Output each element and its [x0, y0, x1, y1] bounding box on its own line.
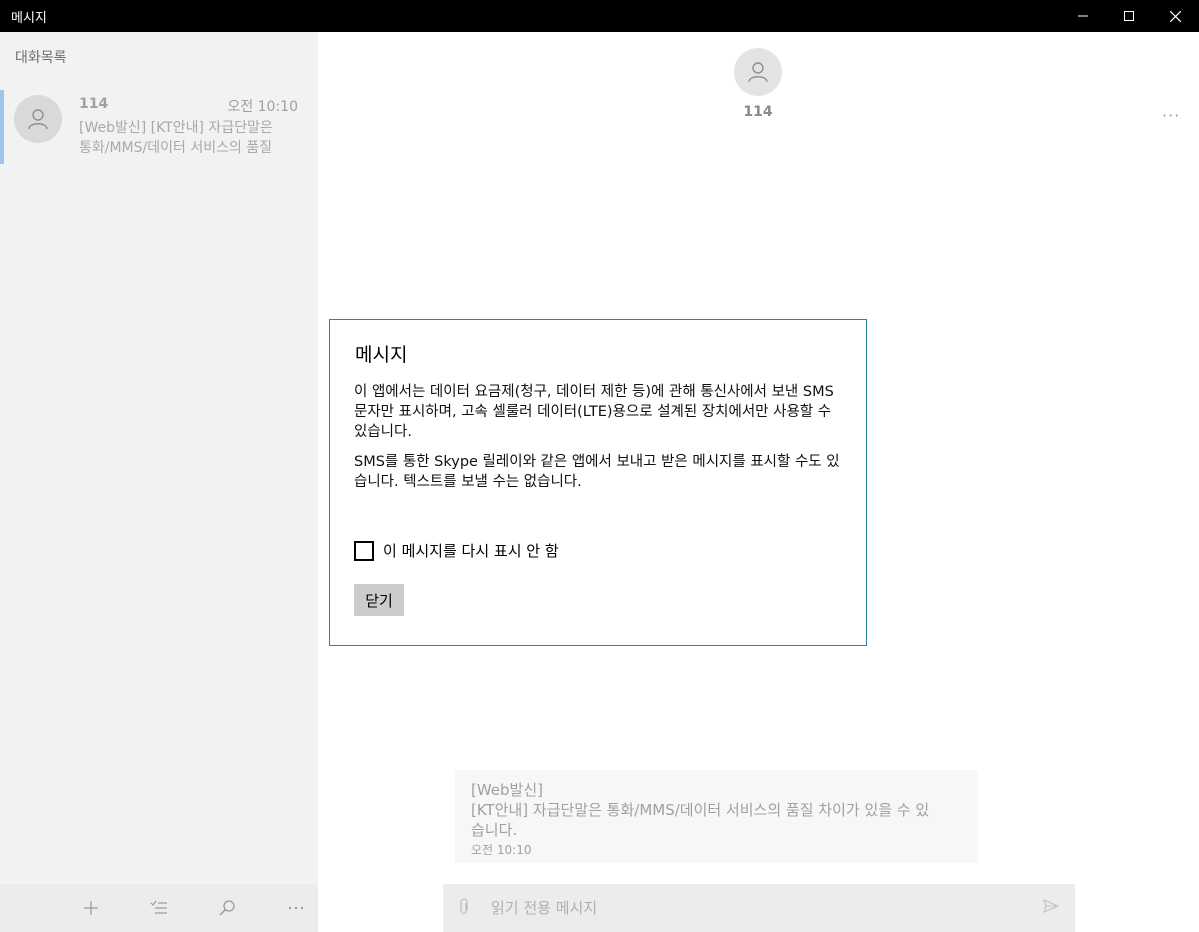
select-button[interactable] — [147, 896, 171, 920]
more-icon — [288, 906, 304, 910]
window-title: 메시지 — [11, 11, 47, 26]
message-composer — [443, 884, 1075, 932]
search-icon — [219, 900, 235, 916]
contact-name: 114 — [743, 104, 773, 120]
message-text: [Web발신] — [471, 781, 544, 799]
dont-show-again-label[interactable]: 이 메시지를 다시 표시 안 함 — [383, 540, 559, 561]
maximize-icon — [1124, 11, 1134, 21]
dialog-body: 이 앱에서는 데이터 요금제(청구, 데이터 제한 등)에 관해 통신사에서 보… — [354, 382, 844, 502]
dialog-paragraph: SMS를 통한 Skype 릴레이와 같은 앱에서 보내고 받은 메시지를 표시… — [354, 454, 840, 490]
conversation-list-heading: 대화목록 — [15, 50, 67, 66]
message-bubble: [Web발신] [KT안내] 자급단말은 통화/MMS/데이터 서비스의 품질 … — [455, 770, 978, 863]
contact-avatar — [734, 48, 782, 96]
close-window-button[interactable] — [1152, 0, 1198, 32]
close-icon — [1169, 10, 1181, 22]
attach-button[interactable] — [459, 898, 469, 920]
message-time: 오전 10:10 — [471, 843, 532, 857]
conversation-more-button[interactable]: ··· — [1162, 106, 1180, 125]
send-button[interactable] — [1043, 898, 1060, 918]
selection-indicator — [0, 90, 4, 164]
title-bar: 메시지 — [0, 0, 1199, 32]
sidebar-toolbar — [0, 884, 318, 932]
minimize-button[interactable] — [1060, 0, 1106, 32]
conversation-time: 오전 10:10 — [227, 99, 298, 115]
minimize-icon — [1078, 15, 1088, 17]
message-input[interactable] — [491, 896, 1011, 920]
avatar — [14, 95, 62, 143]
plus-icon — [84, 901, 98, 915]
person-icon — [748, 62, 768, 83]
preview-line: 통화/MMS/데이터 서비스의 품질 — [79, 140, 273, 156]
conversation-preview: [Web발신] [KT안내] 자급단말은 통화/MMS/데이터 서비스의 품질 — [79, 118, 309, 158]
new-message-button[interactable] — [79, 896, 103, 920]
info-dialog: 메시지 이 앱에서는 데이터 요금제(청구, 데이터 제한 등)에 관해 통신사… — [329, 319, 867, 646]
message-text: [KT안내] 자급단말은 통화/MMS/데이터 서비스의 품질 차이가 있을 수… — [471, 801, 930, 819]
preview-line: [Web발신] [KT안내] 자급단말은 — [79, 120, 273, 136]
close-button[interactable]: 닫기 — [354, 584, 404, 616]
paperclip-icon — [460, 898, 468, 915]
message-text: 습니다. — [471, 821, 518, 839]
conversation-name: 114 — [79, 96, 109, 112]
send-icon — [1043, 899, 1060, 913]
dont-show-again-row[interactable]: 이 메시지를 다시 표시 안 함 — [354, 540, 559, 561]
search-button[interactable] — [215, 896, 239, 920]
conversation-item[interactable]: 114 오전 10:10 [Web발신] [KT안내] 자급단말은 통화/MMS… — [0, 90, 318, 164]
maximize-button[interactable] — [1106, 0, 1152, 32]
dont-show-again-checkbox[interactable] — [354, 540, 374, 561]
more-button[interactable] — [284, 896, 308, 920]
dialog-paragraph: 이 앱에서는 데이터 요금제(청구, 데이터 제한 등)에 관해 통신사에서 보… — [354, 384, 834, 440]
conversation-list-pane: 대화목록 114 오전 10:10 [Web발신] [KT안내] 자급단말은 통… — [0, 32, 318, 932]
dialog-title: 메시지 — [355, 344, 408, 366]
person-icon — [28, 109, 48, 130]
select-list-icon — [150, 900, 167, 914]
